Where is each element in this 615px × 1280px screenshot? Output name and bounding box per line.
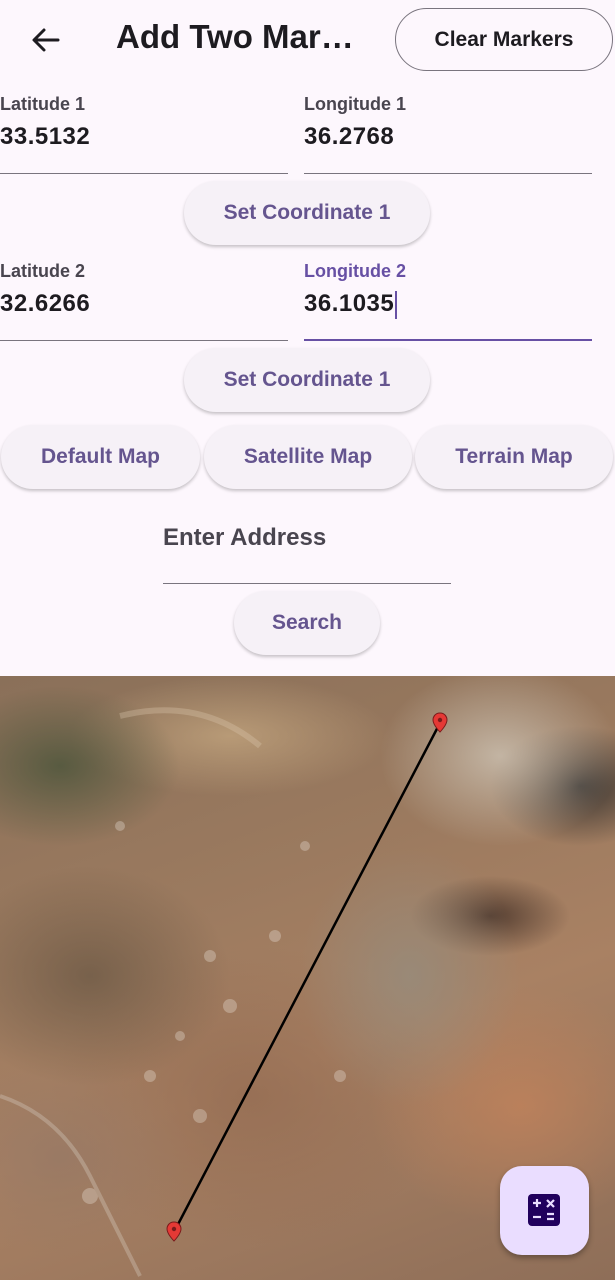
page-title: Add Two Markers (116, 18, 356, 55)
terrain-map-button[interactable]: Terrain Map (415, 425, 613, 489)
back-arrow-icon[interactable] (28, 22, 64, 58)
longitude-2-field[interactable]: Longitude 2 36.1035 (304, 261, 592, 341)
longitude-2-value: 36.1035 (304, 290, 395, 317)
longitude-2-input[interactable]: 36.1035 (304, 290, 398, 319)
latitude-2-label: Latitude 2 (0, 261, 86, 281)
longitude-1-value: 36.2768 (304, 123, 395, 150)
marker-2-icon[interactable] (166, 1221, 182, 1242)
app-bar: Add Two Markers Clear Markers (0, 0, 615, 80)
set-coordinate-1-button[interactable]: Set Coordinate 1 (184, 181, 430, 245)
map-terrain-texture (0, 707, 346, 1277)
address-input[interactable]: Enter Address (163, 518, 451, 584)
longitude-1-field[interactable]: Longitude 1 36.2768 (304, 94, 592, 174)
latitude-2-field[interactable]: Latitude 2 32.6266 (0, 261, 288, 341)
marker-1-icon[interactable] (432, 712, 448, 733)
longitude-1-label: Longitude 1 (304, 94, 406, 114)
clear-markers-button[interactable]: Clear Markers (395, 8, 613, 71)
latitude-1-underline (0, 172, 288, 174)
text-caret (395, 290, 398, 319)
search-button[interactable]: Search (234, 591, 380, 655)
satellite-map-button[interactable]: Satellite Map (204, 425, 412, 489)
default-map-button[interactable]: Default Map (1, 425, 200, 489)
latitude-2-value: 32.6266 (0, 290, 91, 317)
route-line (172, 722, 442, 1233)
latitude-1-value: 33.5132 (0, 123, 91, 150)
latitude-1-field[interactable]: Latitude 1 33.5132 (0, 94, 288, 174)
longitude-1-underline (304, 172, 592, 174)
set-coordinate-2-button[interactable]: Set Coordinate 1 (184, 348, 430, 412)
address-placeholder: Enter Address (163, 524, 327, 551)
address-underline (163, 582, 451, 584)
latitude-1-label: Latitude 1 (0, 94, 86, 114)
calculate-icon (528, 1194, 560, 1226)
latitude-2-underline (0, 339, 288, 341)
longitude-2-underline (304, 338, 592, 341)
calculate-fab-button[interactable] (500, 1166, 589, 1255)
longitude-2-label: Longitude 2 (304, 261, 406, 281)
